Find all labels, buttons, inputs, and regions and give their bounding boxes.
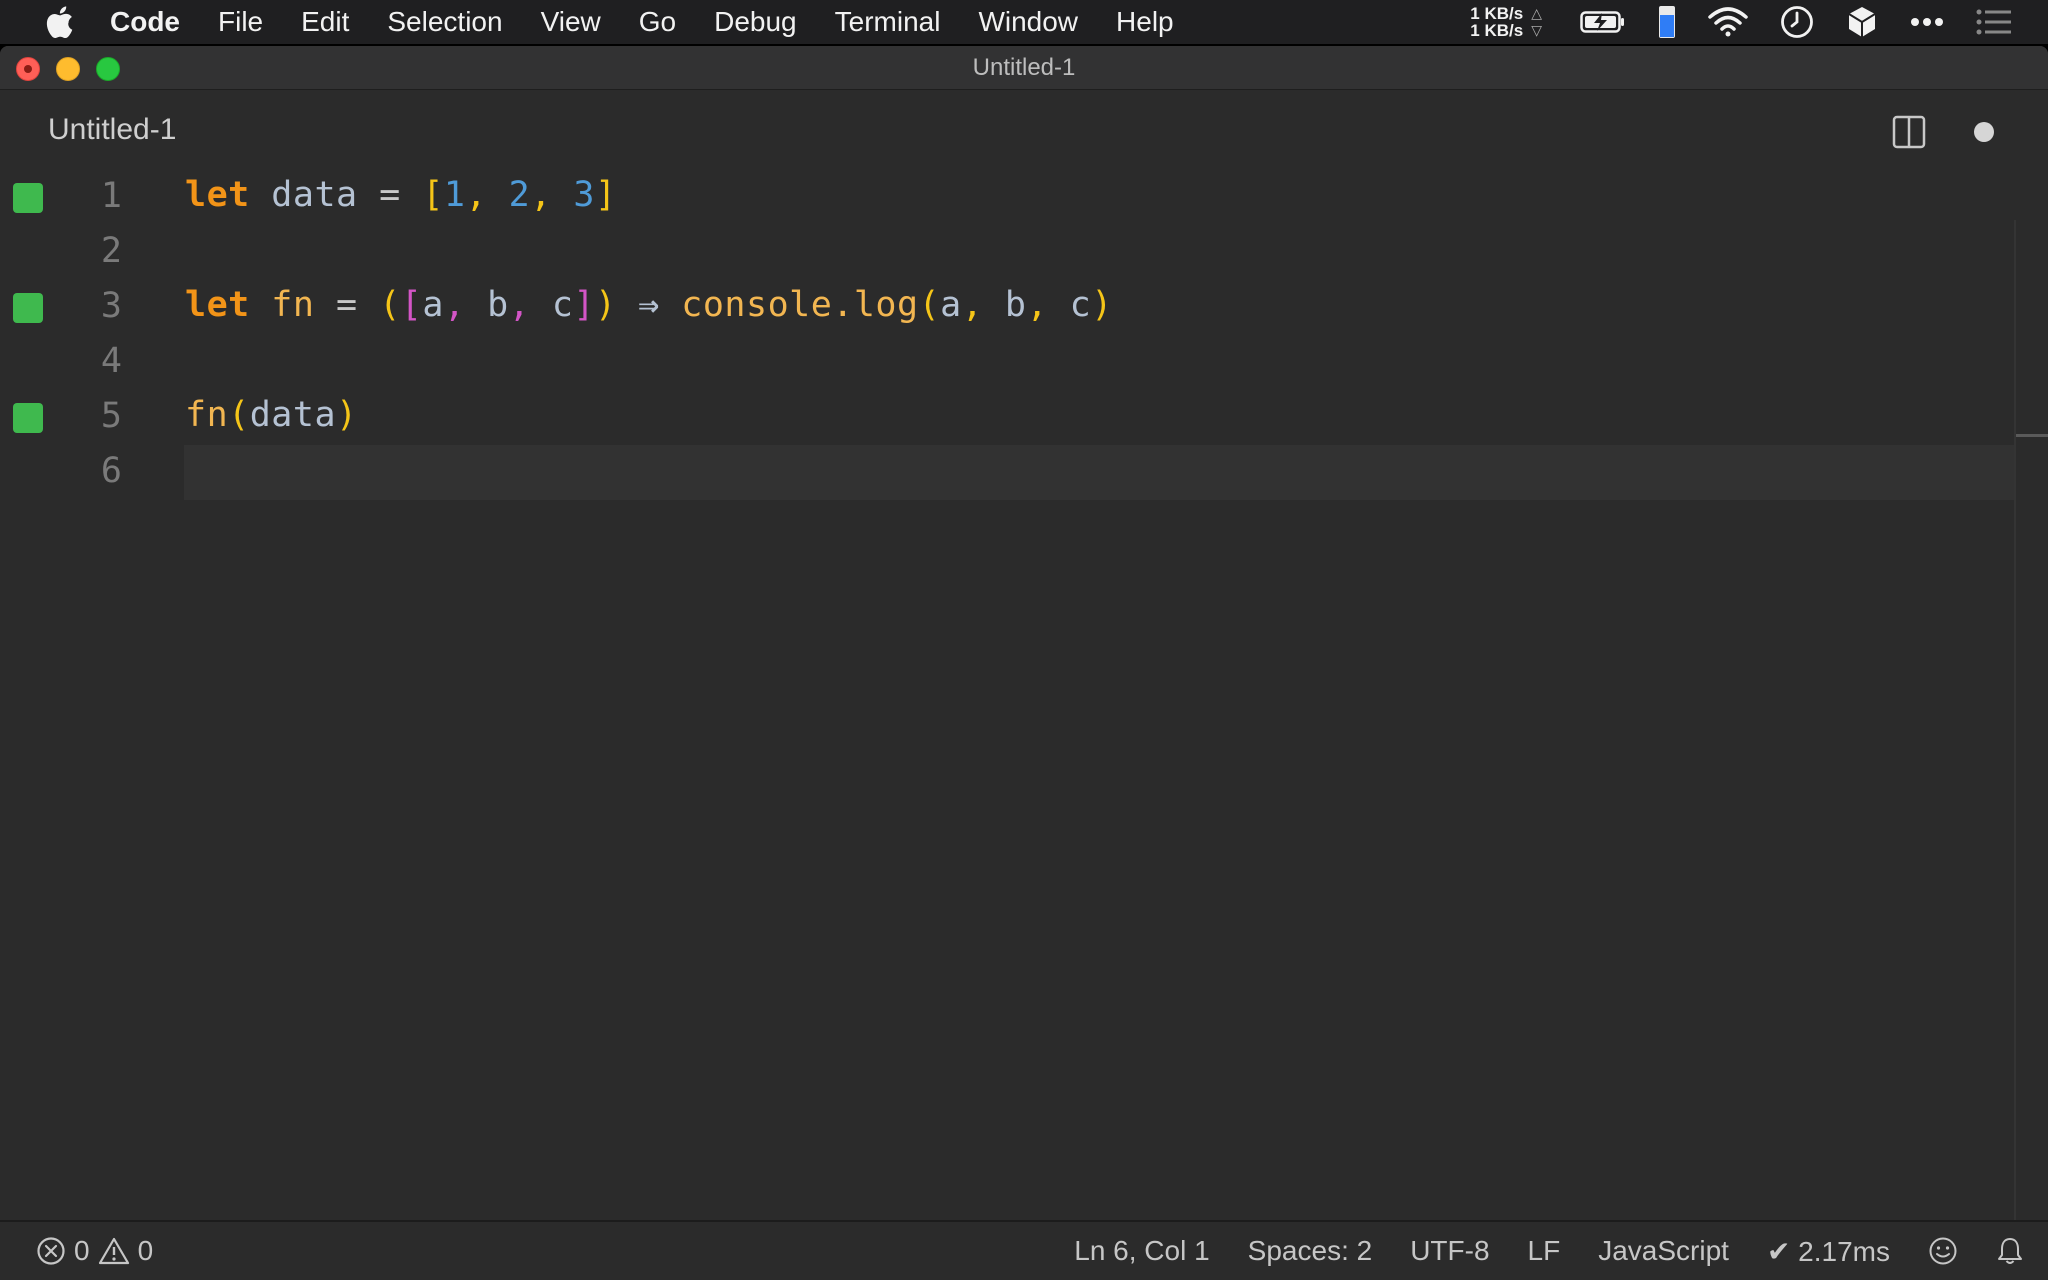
time-machine-icon[interactable]	[1780, 5, 1814, 39]
file-encoding[interactable]: UTF-8	[1410, 1235, 1489, 1267]
menu-selection[interactable]: Selection	[387, 6, 502, 38]
arg-token: c	[1069, 285, 1092, 325]
minimize-window-button[interactable]	[56, 57, 80, 81]
code-text: let data = [1, 2, 3]	[185, 175, 617, 215]
menu-bar: Code File Edit Selection View Go Debug T…	[0, 0, 2048, 44]
net-download-rate: 1 KB/s	[1470, 21, 1524, 40]
cube-app-icon[interactable]	[1846, 5, 1878, 39]
function-token: fn	[185, 395, 229, 435]
status-right-items: Ln 6, Col 1 Spaces: 2 UTF-8 LF JavaScrip…	[1036, 1235, 2024, 1268]
menu-terminal[interactable]: Terminal	[835, 6, 941, 38]
code-line[interactable]: 3 let fn = ([a, b, c]) ⇒ console.log(a, …	[0, 280, 2016, 335]
menu-extras: 1 KB/s 1 KB/s △ ▽	[1470, 0, 2028, 44]
net-upload-rate: 1 KB/s	[1470, 4, 1524, 23]
menu-edit[interactable]: Edit	[301, 6, 349, 38]
tab-untitled-1[interactable]: Untitled-1	[48, 90, 176, 170]
vertical-scrollbar[interactable]	[2014, 220, 2016, 1220]
code-text: fn(data)	[185, 395, 358, 435]
line-number: 1	[100, 176, 122, 216]
net-arrows-icon: △ ▽	[1531, 5, 1542, 38]
overview-ruler-cursor-mark	[2016, 434, 2048, 437]
number-token: 1	[443, 175, 466, 215]
wifi-icon[interactable]	[1708, 7, 1748, 37]
number-token: 3	[573, 175, 595, 215]
maximize-window-button[interactable]	[96, 57, 120, 81]
code-editor[interactable]: 1 let data = [1, 2, 3] 2 3 let fn = ([a,…	[0, 170, 2048, 1220]
bracket-token: ]	[594, 175, 617, 215]
error-count: 0	[74, 1235, 90, 1266]
menu-help[interactable]: Help	[1116, 6, 1174, 38]
param-token: a	[422, 285, 444, 325]
window-title: Untitled-1	[972, 53, 1076, 81]
line-number: 3	[100, 286, 122, 326]
notifications-bell-icon[interactable]	[1996, 1236, 2024, 1266]
notification-center-icon[interactable]	[1976, 9, 2012, 35]
code-line[interactable]: 1 let data = [1, 2, 3]	[0, 170, 2016, 225]
warning-icon	[98, 1236, 130, 1266]
title-bar[interactable]: Untitled-1	[0, 46, 2048, 90]
number-token: 2	[508, 175, 531, 215]
close-window-button[interactable]	[16, 57, 40, 81]
code-text: let fn = ([a, b, c]) ⇒ console.log(a, b,…	[185, 285, 1113, 325]
status-bar: 0 0 Ln 6, Col 1 Spaces: 2 UTF-8 LF JavaS…	[0, 1220, 2048, 1280]
end-of-line-sequence[interactable]: LF	[1528, 1235, 1561, 1267]
battery-icon[interactable]	[1580, 10, 1626, 34]
modified-line-marker	[13, 403, 43, 433]
editor-window: Untitled-1 Untitled-1 1 let data = [1, 2…	[0, 46, 2048, 1280]
comma-token: ,	[530, 175, 552, 215]
split-editor-icon[interactable]	[1892, 115, 1926, 149]
code-line[interactable]: 6	[0, 445, 2016, 500]
code-line[interactable]: 4	[0, 335, 2016, 390]
menu-app-name[interactable]: Code	[110, 6, 180, 38]
line-number: 4	[100, 341, 122, 381]
menu-go[interactable]: Go	[639, 6, 676, 38]
keyword-token: let	[185, 285, 250, 325]
tab-label: Untitled-1	[48, 113, 177, 146]
error-icon	[36, 1236, 66, 1266]
cursor-position[interactable]: Ln 6, Col 1	[1074, 1235, 1209, 1267]
line-number: 2	[100, 231, 122, 271]
menu-view[interactable]: View	[541, 6, 601, 38]
formatter-timing[interactable]: ✔ 2.17ms	[1767, 1235, 1890, 1268]
problems-indicator[interactable]: 0 0	[36, 1235, 161, 1267]
feedback-smiley-icon[interactable]	[1928, 1236, 1958, 1266]
identifier-token: data	[271, 175, 358, 215]
apple-icon[interactable]	[40, 3, 78, 41]
param-token: b	[487, 285, 509, 325]
menu-debug[interactable]: Debug	[714, 6, 797, 38]
arrow-token: ⇒	[638, 285, 660, 325]
code-line[interactable]: 2	[0, 225, 2016, 280]
keyword-token: let	[185, 175, 250, 215]
language-mode[interactable]: JavaScript	[1598, 1235, 1729, 1267]
modified-line-marker	[13, 293, 43, 323]
unsaved-changes-dot[interactable]	[1974, 122, 1994, 142]
operator-token: =	[336, 285, 358, 325]
more-icon[interactable]	[1910, 17, 1944, 27]
memory-gauge-icon[interactable]	[1658, 5, 1676, 39]
arg-token: a	[940, 285, 962, 325]
indentation-setting[interactable]: Spaces: 2	[1248, 1235, 1373, 1267]
code-line[interactable]: 5 fn(data)	[0, 390, 2016, 445]
modified-line-marker	[13, 183, 43, 213]
line-number: 6	[100, 451, 122, 491]
bracket-token: [	[422, 175, 444, 215]
comma-token: ,	[465, 175, 488, 215]
line-number: 5	[100, 396, 122, 436]
menu-window[interactable]: Window	[978, 6, 1078, 38]
param-token: c	[551, 285, 574, 325]
menu-file[interactable]: File	[218, 6, 263, 38]
identifier-token: fn	[271, 285, 315, 325]
operator-token: =	[379, 175, 401, 215]
warning-count: 0	[137, 1235, 154, 1266]
arg-token: data	[249, 395, 337, 435]
arg-token: b	[1004, 285, 1027, 325]
network-stats[interactable]: 1 KB/s 1 KB/s	[1470, 5, 1523, 39]
tab-bar: Untitled-1	[0, 90, 2048, 170]
function-token: console.log	[681, 285, 919, 325]
